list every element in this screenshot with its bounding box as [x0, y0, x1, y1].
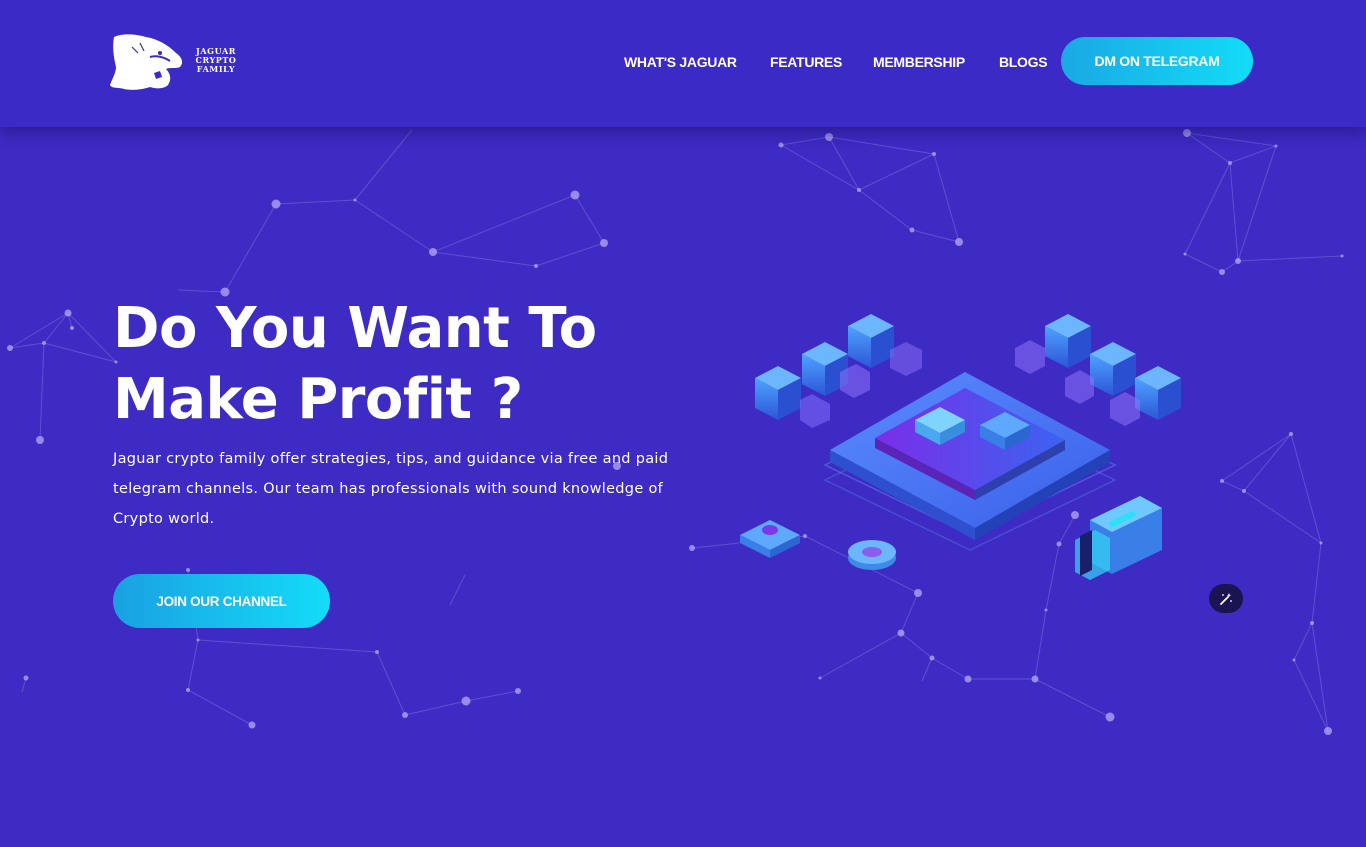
nav-item-features[interactable]: FEATURES [770, 54, 842, 70]
brand-wordmark: JAGUAR CRYPTO FAMILY [186, 47, 246, 74]
brand-line-3: FAMILY [196, 64, 236, 74]
dm-on-telegram-button[interactable]: DM ON TELEGRAM [1061, 37, 1253, 85]
site-header: JAGUAR CRYPTO FAMILY WHAT'S JAGUAR FEATU… [0, 0, 1366, 127]
hero-title: Do You Want To Make Profit ? [113, 293, 673, 435]
nav-item-membership[interactable]: MEMBERSHIP [873, 54, 965, 70]
magic-wand-icon [1220, 592, 1232, 605]
join-our-channel-button[interactable]: JOIN OUR CHANNEL [113, 574, 330, 628]
isometric-blockchain-illustration [740, 314, 1181, 580]
hero-title-line-1: Do You Want To [113, 296, 597, 361]
brand-logo[interactable]: JAGUAR CRYPTO FAMILY [110, 33, 245, 91]
nav-item-whats-jaguar[interactable]: WHAT'S JAGUAR [624, 54, 737, 70]
page: JAGUAR CRYPTO FAMILY WHAT'S JAGUAR FEATU… [0, 0, 1366, 847]
hero-title-line-2: Make Profit ? [113, 367, 523, 432]
magic-wand-button[interactable] [1209, 584, 1243, 613]
nav-item-blogs[interactable]: BLOGS [999, 54, 1048, 70]
jaguar-head-icon [110, 34, 183, 90]
hero-description: Jaguar crypto family offer strategies, t… [113, 451, 669, 527]
